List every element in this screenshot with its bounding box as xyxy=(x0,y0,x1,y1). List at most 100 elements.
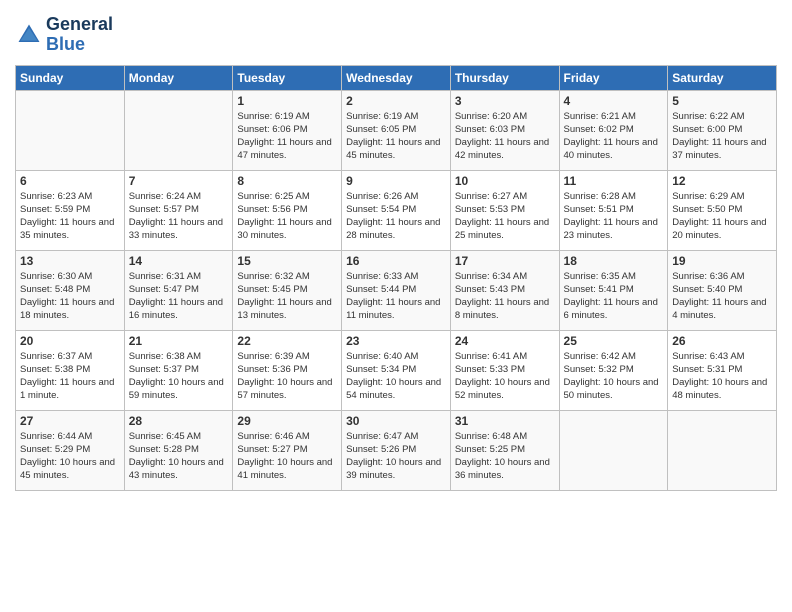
day-number: 4 xyxy=(564,94,664,108)
week-row-4: 20 Sunrise: 6:37 AM Sunset: 5:38 PM Dayli… xyxy=(16,330,777,410)
day-number: 5 xyxy=(672,94,772,108)
day-info: Sunrise: 6:46 AM Sunset: 5:27 PM Dayligh… xyxy=(237,430,337,483)
day-info: Sunrise: 6:45 AM Sunset: 5:28 PM Dayligh… xyxy=(129,430,229,483)
day-info: Sunrise: 6:32 AM Sunset: 5:45 PM Dayligh… xyxy=(237,270,337,323)
calendar-cell: 20 Sunrise: 6:37 AM Sunset: 5:38 PM Dayli… xyxy=(16,330,125,410)
calendar-cell: 13 Sunrise: 6:30 AM Sunset: 5:48 PM Dayli… xyxy=(16,250,125,330)
day-info: Sunrise: 6:31 AM Sunset: 5:47 PM Dayligh… xyxy=(129,270,229,323)
day-info: Sunrise: 6:35 AM Sunset: 5:41 PM Dayligh… xyxy=(564,270,664,323)
day-number: 16 xyxy=(346,254,446,268)
week-row-5: 27Sunrise: 6:44 AM Sunset: 5:29 PM Dayli… xyxy=(16,410,777,490)
day-info: Sunrise: 6:25 AM Sunset: 5:56 PM Dayligh… xyxy=(237,190,337,243)
col-header-thursday: Thursday xyxy=(450,65,559,90)
calendar-cell: 27Sunrise: 6:44 AM Sunset: 5:29 PM Dayli… xyxy=(16,410,125,490)
calendar-cell: 8 Sunrise: 6:25 AM Sunset: 5:56 PM Daylig… xyxy=(233,170,342,250)
day-info: Sunrise: 6:48 AM Sunset: 5:25 PM Dayligh… xyxy=(455,430,555,483)
calendar-cell: 23Sunrise: 6:40 AM Sunset: 5:34 PM Dayli… xyxy=(342,330,451,410)
day-info: Sunrise: 6:19 AM Sunset: 6:05 PM Dayligh… xyxy=(346,110,446,163)
calendar-cell: 7 Sunrise: 6:24 AM Sunset: 5:57 PM Daylig… xyxy=(124,170,233,250)
day-info: Sunrise: 6:41 AM Sunset: 5:33 PM Dayligh… xyxy=(455,350,555,403)
page-container: General Blue SundayMondayTuesdayWednesda… xyxy=(0,0,792,506)
col-header-friday: Friday xyxy=(559,65,668,90)
day-number: 20 xyxy=(20,334,120,348)
calendar-cell: 29 Sunrise: 6:46 AM Sunset: 5:27 PM Dayli… xyxy=(233,410,342,490)
calendar-cell: 5 Sunrise: 6:22 AM Sunset: 6:00 PM Daylig… xyxy=(668,90,777,170)
calendar-cell: 19 Sunrise: 6:36 AM Sunset: 5:40 PM Dayli… xyxy=(668,250,777,330)
day-info: Sunrise: 6:36 AM Sunset: 5:40 PM Dayligh… xyxy=(672,270,772,323)
day-info: Sunrise: 6:28 AM Sunset: 5:51 PM Dayligh… xyxy=(564,190,664,243)
day-number: 7 xyxy=(129,174,229,188)
day-info: Sunrise: 6:33 AM Sunset: 5:44 PM Dayligh… xyxy=(346,270,446,323)
day-number: 29 xyxy=(237,414,337,428)
col-header-saturday: Saturday xyxy=(668,65,777,90)
calendar-header-row: SundayMondayTuesdayWednesdayThursdayFrid… xyxy=(16,65,777,90)
day-info: Sunrise: 6:26 AM Sunset: 5:54 PM Dayligh… xyxy=(346,190,446,243)
calendar-cell: 14 Sunrise: 6:31 AM Sunset: 5:47 PM Dayli… xyxy=(124,250,233,330)
calendar-cell: 25 Sunrise: 6:42 AM Sunset: 5:32 PM Dayli… xyxy=(559,330,668,410)
calendar-cell xyxy=(559,410,668,490)
day-number: 9 xyxy=(346,174,446,188)
logo-text: General Blue xyxy=(46,15,113,55)
col-header-tuesday: Tuesday xyxy=(233,65,342,90)
day-info: Sunrise: 6:43 AM Sunset: 5:31 PM Dayligh… xyxy=(672,350,772,403)
day-number: 28 xyxy=(129,414,229,428)
day-number: 22 xyxy=(237,334,337,348)
logo: General Blue xyxy=(15,15,113,55)
day-info: Sunrise: 6:23 AM Sunset: 5:59 PM Dayligh… xyxy=(20,190,120,243)
col-header-monday: Monday xyxy=(124,65,233,90)
day-info: Sunrise: 6:42 AM Sunset: 5:32 PM Dayligh… xyxy=(564,350,664,403)
day-info: Sunrise: 6:27 AM Sunset: 5:53 PM Dayligh… xyxy=(455,190,555,243)
calendar-cell: 26 Sunrise: 6:43 AM Sunset: 5:31 PM Dayli… xyxy=(668,330,777,410)
day-number: 14 xyxy=(129,254,229,268)
calendar-cell: 21 Sunrise: 6:38 AM Sunset: 5:37 PM Dayli… xyxy=(124,330,233,410)
calendar-table: SundayMondayTuesdayWednesdayThursdayFrid… xyxy=(15,65,777,491)
calendar-cell: 17Sunrise: 6:34 AM Sunset: 5:43 PM Dayli… xyxy=(450,250,559,330)
day-number: 26 xyxy=(672,334,772,348)
day-number: 12 xyxy=(672,174,772,188)
calendar-cell: 11 Sunrise: 6:28 AM Sunset: 5:51 PM Dayli… xyxy=(559,170,668,250)
calendar-cell: 12Sunrise: 6:29 AM Sunset: 5:50 PM Dayli… xyxy=(668,170,777,250)
day-info: Sunrise: 6:38 AM Sunset: 5:37 PM Dayligh… xyxy=(129,350,229,403)
day-number: 23 xyxy=(346,334,446,348)
calendar-cell: 30Sunrise: 6:47 AM Sunset: 5:26 PM Dayli… xyxy=(342,410,451,490)
calendar-cell: 16 Sunrise: 6:33 AM Sunset: 5:44 PM Dayli… xyxy=(342,250,451,330)
day-info: Sunrise: 6:22 AM Sunset: 6:00 PM Dayligh… xyxy=(672,110,772,163)
day-number: 21 xyxy=(129,334,229,348)
calendar-cell: 31Sunrise: 6:48 AM Sunset: 5:25 PM Dayli… xyxy=(450,410,559,490)
day-number: 13 xyxy=(20,254,120,268)
day-info: Sunrise: 6:44 AM Sunset: 5:29 PM Dayligh… xyxy=(20,430,120,483)
day-info: Sunrise: 6:30 AM Sunset: 5:48 PM Dayligh… xyxy=(20,270,120,323)
calendar-cell: 22 Sunrise: 6:39 AM Sunset: 5:36 PM Dayli… xyxy=(233,330,342,410)
calendar-cell: 28 Sunrise: 6:45 AM Sunset: 5:28 PM Dayli… xyxy=(124,410,233,490)
calendar-cell: 3 Sunrise: 6:20 AM Sunset: 6:03 PM Daylig… xyxy=(450,90,559,170)
header: General Blue xyxy=(15,10,777,55)
day-number: 18 xyxy=(564,254,664,268)
calendar-cell xyxy=(668,410,777,490)
week-row-3: 13 Sunrise: 6:30 AM Sunset: 5:48 PM Dayli… xyxy=(16,250,777,330)
calendar-cell: 9 Sunrise: 6:26 AM Sunset: 5:54 PM Daylig… xyxy=(342,170,451,250)
day-number: 8 xyxy=(237,174,337,188)
calendar-cell: 2Sunrise: 6:19 AM Sunset: 6:05 PM Daylig… xyxy=(342,90,451,170)
day-number: 17 xyxy=(455,254,555,268)
day-number: 15 xyxy=(237,254,337,268)
day-number: 6 xyxy=(20,174,120,188)
day-info: Sunrise: 6:37 AM Sunset: 5:38 PM Dayligh… xyxy=(20,350,120,403)
day-number: 25 xyxy=(564,334,664,348)
calendar-cell xyxy=(124,90,233,170)
day-info: Sunrise: 6:21 AM Sunset: 6:02 PM Dayligh… xyxy=(564,110,664,163)
day-info: Sunrise: 6:39 AM Sunset: 5:36 PM Dayligh… xyxy=(237,350,337,403)
calendar-cell: 6 Sunrise: 6:23 AM Sunset: 5:59 PM Daylig… xyxy=(16,170,125,250)
day-info: Sunrise: 6:20 AM Sunset: 6:03 PM Dayligh… xyxy=(455,110,555,163)
calendar-cell: 24Sunrise: 6:41 AM Sunset: 5:33 PM Dayli… xyxy=(450,330,559,410)
col-header-wednesday: Wednesday xyxy=(342,65,451,90)
day-number: 3 xyxy=(455,94,555,108)
day-number: 10 xyxy=(455,174,555,188)
day-number: 19 xyxy=(672,254,772,268)
calendar-cell: 1Sunrise: 6:19 AM Sunset: 6:06 PM Daylig… xyxy=(233,90,342,170)
day-number: 11 xyxy=(564,174,664,188)
day-info: Sunrise: 6:24 AM Sunset: 5:57 PM Dayligh… xyxy=(129,190,229,243)
day-number: 1 xyxy=(237,94,337,108)
calendar-cell: 18 Sunrise: 6:35 AM Sunset: 5:41 PM Dayli… xyxy=(559,250,668,330)
col-header-sunday: Sunday xyxy=(16,65,125,90)
calendar-cell xyxy=(16,90,125,170)
